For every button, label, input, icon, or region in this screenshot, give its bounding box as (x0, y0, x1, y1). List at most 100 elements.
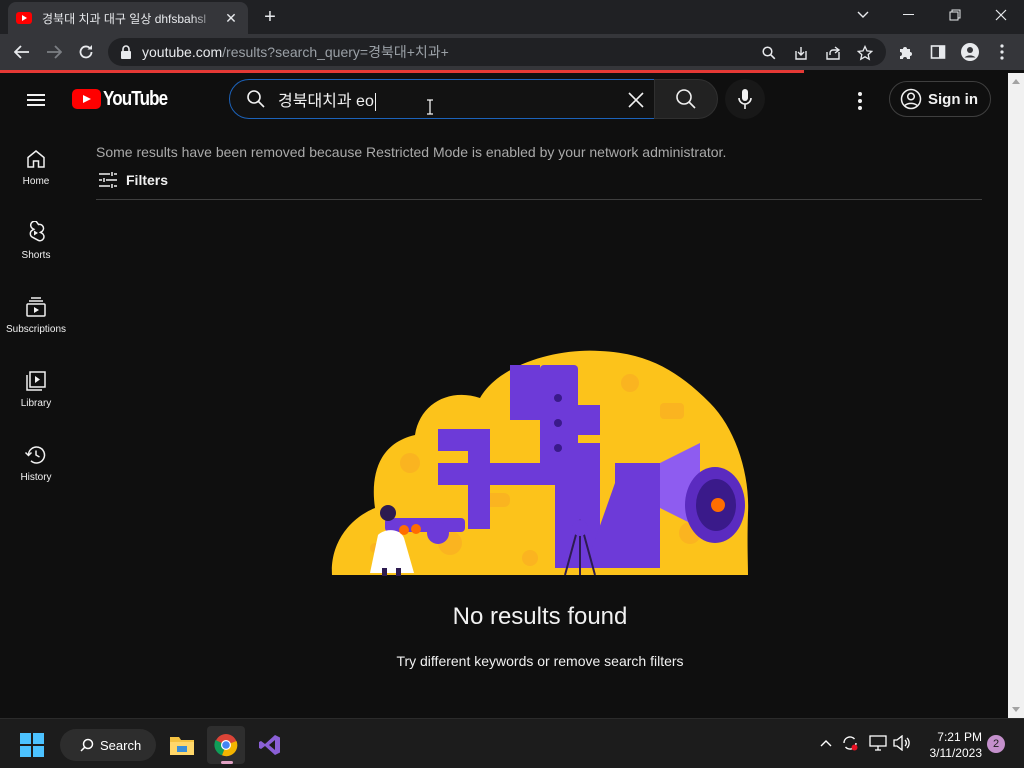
search-button[interactable] (654, 79, 718, 119)
reload-icon (79, 45, 93, 59)
voice-search-button[interactable] (725, 79, 765, 119)
folder-icon (170, 737, 194, 755)
notification-badge[interactable]: 2 (987, 735, 1005, 753)
network-button[interactable] (868, 733, 888, 753)
reload-button[interactable] (74, 40, 98, 64)
new-tab-button[interactable]: + (258, 6, 282, 28)
chevron-down-icon (857, 11, 869, 18)
share-icon[interactable] (824, 44, 842, 62)
search-input[interactable]: 경북대치과 eo (229, 79, 655, 119)
profile-icon (961, 43, 979, 61)
chrome-icon (214, 734, 238, 757)
kebab-menu-icon (1000, 44, 1004, 60)
filter-sliders-icon (99, 172, 117, 188)
forward-button[interactable] (42, 40, 66, 64)
guide-item-home[interactable]: Home (0, 129, 72, 203)
hamburger-icon-line (27, 94, 45, 96)
windows-logo-icon (20, 733, 31, 744)
subscriptions-icon (26, 297, 46, 317)
youtube-masthead: YouTube 경북대치과 eo Sign in (0, 73, 1008, 129)
hamburger-icon-line (27, 99, 45, 101)
tab-search-button[interactable] (840, 0, 886, 30)
minimize-button[interactable] (886, 0, 932, 30)
shorts-icon (29, 221, 45, 242)
history-icon (24, 446, 46, 464)
chrome-taskbar-button[interactable] (207, 726, 245, 764)
file-explorer-button[interactable] (163, 726, 201, 764)
taskbar-search-button[interactable]: Search (60, 729, 156, 761)
guide-item-label: History (20, 472, 52, 483)
url-domain: youtube.com (142, 44, 223, 60)
side-panel-icon (930, 45, 946, 59)
guide-menu-button[interactable] (24, 89, 48, 113)
address-bar[interactable]: youtube.com/results?search_query=경북대+치과+ (108, 38, 886, 66)
page-scrollbar[interactable] (1008, 73, 1024, 718)
restricted-mode-notice: Some results have been removed because R… (96, 144, 727, 160)
library-icon (26, 371, 46, 391)
windows-logo-icon (20, 746, 31, 757)
account-circle-icon (900, 88, 922, 110)
search-query-text: 경북대치과 eo (278, 87, 376, 111)
filters-button[interactable]: Filters (96, 169, 168, 191)
guide-item-label: Subscriptions (5, 324, 67, 335)
windows-logo-icon (33, 733, 44, 744)
profile-button[interactable] (958, 40, 982, 64)
youtube-favicon-icon (16, 12, 32, 24)
i-beam-cursor-icon (427, 99, 433, 115)
no-results-title: No results found (452, 603, 628, 630)
network-icon (869, 735, 887, 751)
taskbar-search-label: Search (100, 737, 142, 753)
back-button[interactable] (10, 40, 34, 64)
puzzle-icon (900, 47, 912, 59)
guide-item-library[interactable]: Library (0, 351, 72, 425)
sync-icon (843, 736, 858, 751)
visual-studio-button[interactable] (251, 726, 289, 764)
minimize-icon (903, 14, 914, 15)
tab-title: 경북대 치과 대구 일상 dhfsbahsl (42, 11, 207, 26)
lock-icon (121, 45, 131, 59)
guide-item-subscriptions[interactable]: Subscriptions (0, 277, 72, 351)
youtube-logo[interactable]: YouTube (72, 87, 179, 111)
visual-studio-icon (259, 735, 280, 755)
side-panel-button[interactable] (926, 40, 950, 64)
guide-item-history[interactable]: History (0, 425, 72, 499)
youtube-play-icon (72, 89, 101, 109)
speaker-icon (893, 735, 910, 751)
browser-tab-active[interactable]: 경북대 치과 대구 일상 dhfsbahsl ✕ (8, 2, 248, 34)
start-button[interactable] (20, 733, 44, 757)
close-icon (995, 9, 1007, 21)
url-path: /results?search_query=경북대+치과+ (222, 44, 449, 60)
install-app-icon[interactable] (792, 44, 810, 62)
scroll-up-arrow-icon[interactable] (1012, 79, 1020, 84)
microphone-icon (738, 89, 752, 109)
clear-search-icon[interactable] (624, 88, 648, 112)
volume-button[interactable] (892, 733, 912, 753)
tab-close-button[interactable]: ✕ (222, 9, 240, 27)
settings-menu-button[interactable] (848, 89, 872, 113)
restore-button[interactable] (932, 0, 978, 30)
scroll-down-arrow-icon[interactable] (1012, 707, 1020, 712)
taskbar-clock[interactable]: 7:21 PM 3/11/2023 (916, 729, 983, 761)
no-results-subtitle: Try different keywords or remove search … (396, 653, 684, 669)
restore-icon (949, 9, 961, 21)
chevron-up-icon (820, 740, 832, 747)
clock-date: 3/11/2023 (929, 746, 983, 760)
show-hidden-icons-button[interactable] (816, 733, 836, 753)
guide-item-label: Library (20, 398, 52, 409)
chrome-menu-button[interactable] (990, 40, 1014, 64)
guide-item-label: Shorts (21, 250, 51, 261)
browser-toolbar: youtube.com/results?search_query=경북대+치과+ (0, 34, 1024, 70)
home-icon (27, 150, 45, 168)
windows-logo-icon (33, 746, 44, 757)
close-window-button[interactable] (978, 0, 1024, 30)
search-query-value: 경북대치과 eo (278, 93, 374, 110)
youtube-wordmark: YouTube (103, 87, 168, 110)
extensions-button[interactable] (894, 40, 918, 64)
arrow-right-icon (47, 45, 62, 59)
sync-status-button[interactable] (840, 733, 860, 753)
zoom-search-icon[interactable] (760, 44, 778, 62)
search-icon (247, 90, 265, 108)
sign-in-button[interactable]: Sign in (889, 81, 991, 117)
bookmark-star-icon[interactable] (856, 44, 874, 62)
guide-item-shorts[interactable]: Shorts (0, 203, 72, 277)
